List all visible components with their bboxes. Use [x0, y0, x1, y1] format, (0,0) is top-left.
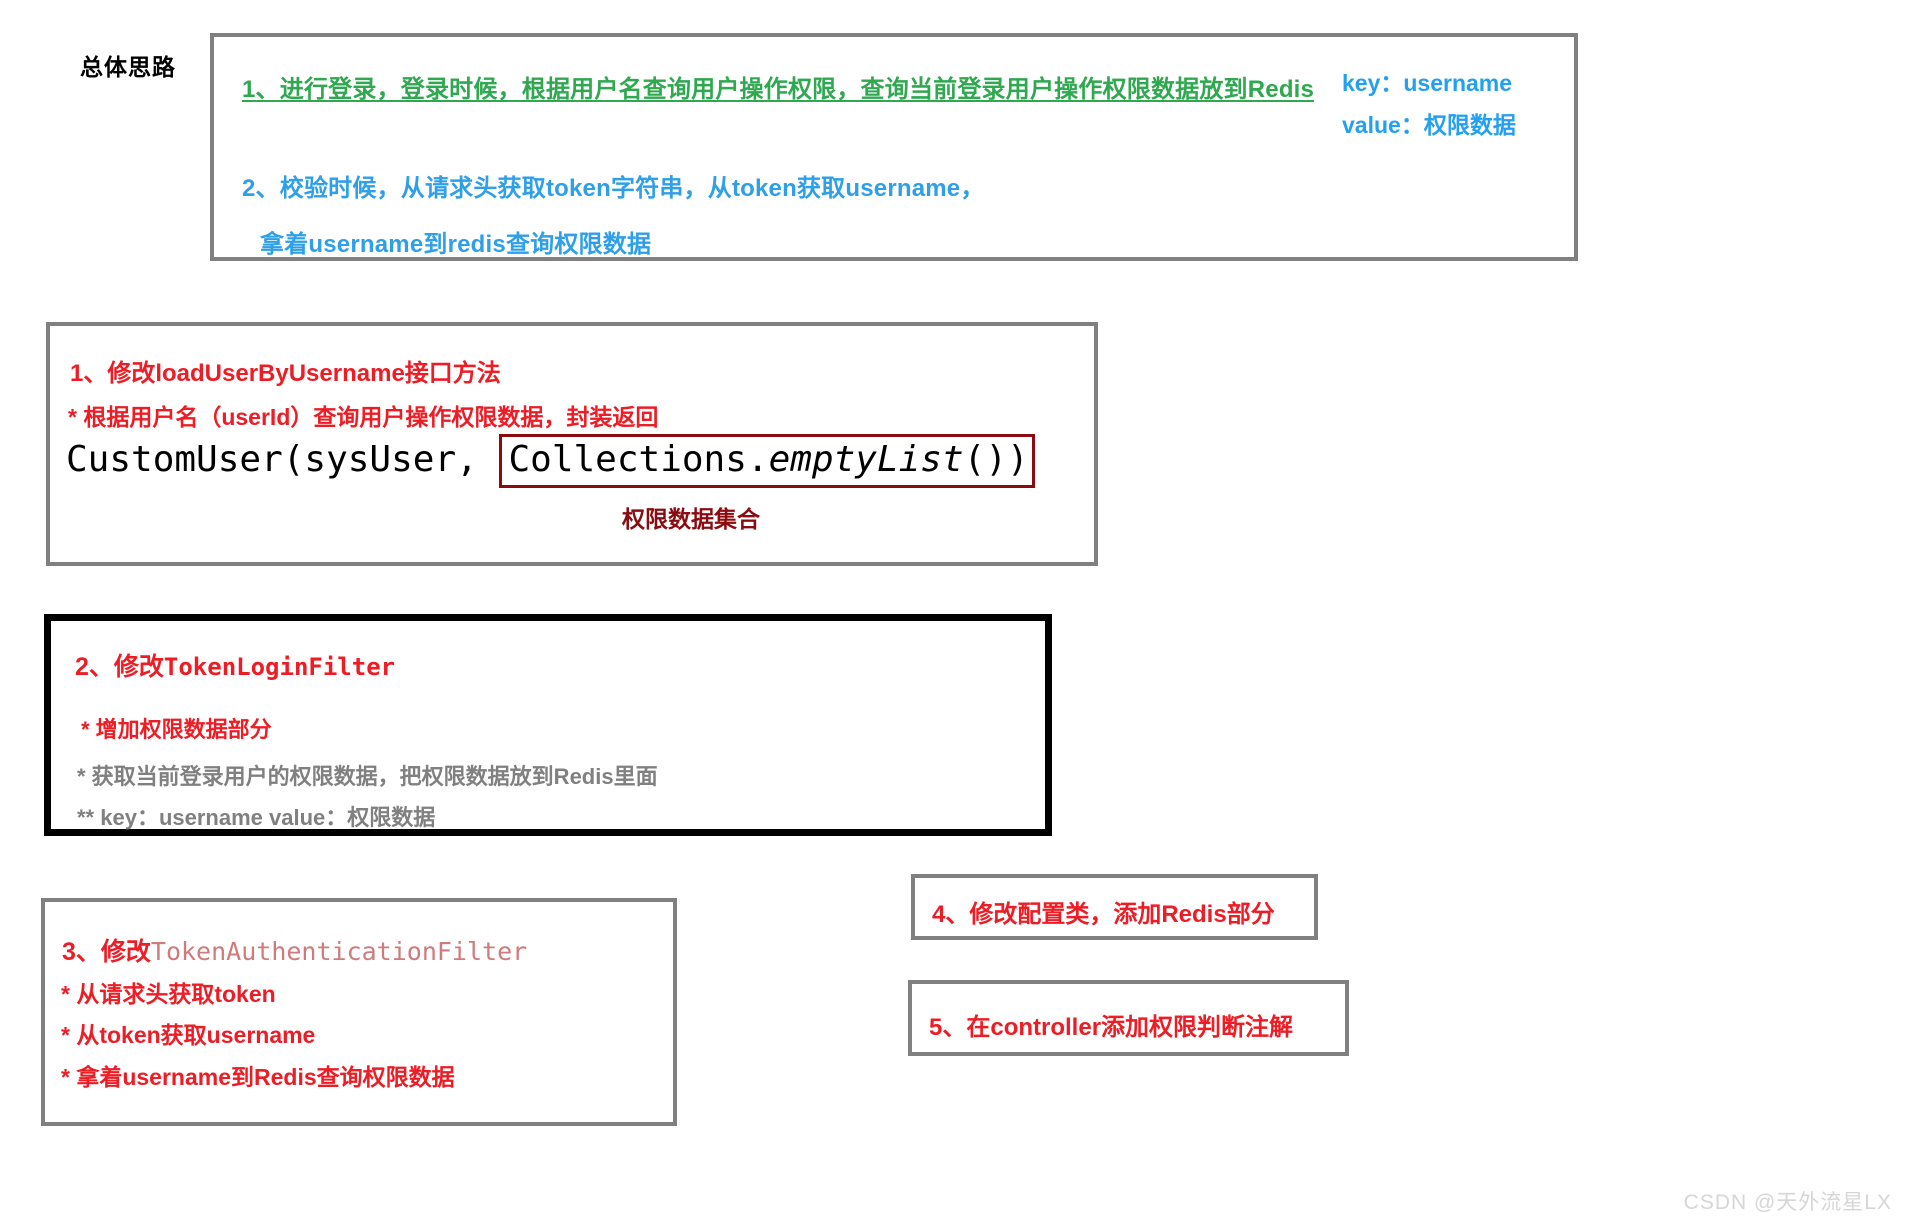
step-2-bullet-1: * 增加权限数据部分	[81, 717, 272, 742]
code-highlight-box: Collections.emptyList())	[499, 434, 1035, 488]
step-4-box: 4、修改配置类，添加Redis部分	[911, 874, 1318, 940]
code-emptylist: emptyList	[768, 439, 964, 480]
overall-approach-label: 总体思路	[80, 54, 176, 80]
step-5-text: 5、在controller添加权限判断注解	[929, 1014, 1294, 1041]
step-3-class-name: TokenAuthenticationFilter	[150, 937, 528, 966]
step-3-title-prefix: 3、修改	[62, 938, 151, 966]
step-2-title: 2、修改TokenLoginFilter	[75, 647, 395, 683]
step-3-bullet-2: * 从token获取username	[61, 1022, 316, 1048]
step-1-box: 1、修改loadUserByUsername接口方法 * 根据用户名（userI…	[46, 322, 1098, 566]
overview-step-1-text: 1、进行登录，登录时候，根据用户名查询用户操作权限，查询当前登录用户操作权限数据…	[242, 76, 1315, 103]
step-3-box: 3、修改TokenAuthenticationFilter * 从请求头获取to…	[41, 898, 677, 1126]
step-1-title: 1、修改loadUserByUsername接口方法	[70, 360, 501, 387]
overview-step-2-continuation: 拿着username到redis查询权限数据	[260, 231, 652, 258]
overview-redis-value: value：权限数据	[1342, 112, 1516, 138]
step-5-box: 5、在controller添加权限判断注解	[908, 980, 1349, 1056]
step-2-bullet-3: ** key：username value：权限数据	[77, 805, 436, 830]
overview-step-2-text: 2、校验时候，从请求头获取token字符串，从token获取username，	[242, 175, 985, 202]
csdn-watermark: CSDN @天外流星LX	[1683, 1191, 1892, 1214]
step-2-class-name: TokenLoginFilter	[163, 653, 396, 681]
step-2-box: 2、修改TokenLoginFilter * 增加权限数据部分 * 获取当前登录…	[44, 614, 1052, 836]
step-3-bullet-3: * 拿着username到Redis查询权限数据	[61, 1064, 455, 1090]
step-3-title: 3、修改TokenAuthenticationFilter	[62, 932, 527, 968]
code-parens: ())	[963, 439, 1029, 480]
step-3-bullet-1: * 从请求头获取token	[61, 981, 276, 1007]
step-4-text: 4、修改配置类，添加Redis部分	[932, 901, 1275, 928]
overview-redis-key: key：username	[1342, 70, 1513, 96]
diagram-canvas: 总体思路 1、进行登录，登录时候，根据用户名查询用户操作权限，查询当前登录用户操…	[0, 0, 1910, 1228]
overview-box: 1、进行登录，登录时候，根据用户名查询用户操作权限，查询当前登录用户操作权限数据…	[210, 33, 1578, 261]
overview-redis-keyvalue: key：username value：权限数据	[1342, 62, 1516, 146]
code-collections: Collections.	[508, 439, 769, 480]
step-2-bullet-2: * 获取当前登录用户的权限数据，把权限数据放到Redis里面	[77, 764, 658, 789]
step-1-subtitle: * 根据用户名（userId）查询用户操作权限数据，封装返回	[68, 404, 659, 430]
step-1-code-snippet: CustomUser(sysUser, Collections.emptyLis…	[66, 434, 1035, 488]
step-2-title-prefix: 2、修改	[75, 653, 164, 681]
step-1-code-caption: 权限数据集合	[622, 506, 760, 532]
code-prefix: CustomUser(sysUser,	[66, 439, 500, 480]
